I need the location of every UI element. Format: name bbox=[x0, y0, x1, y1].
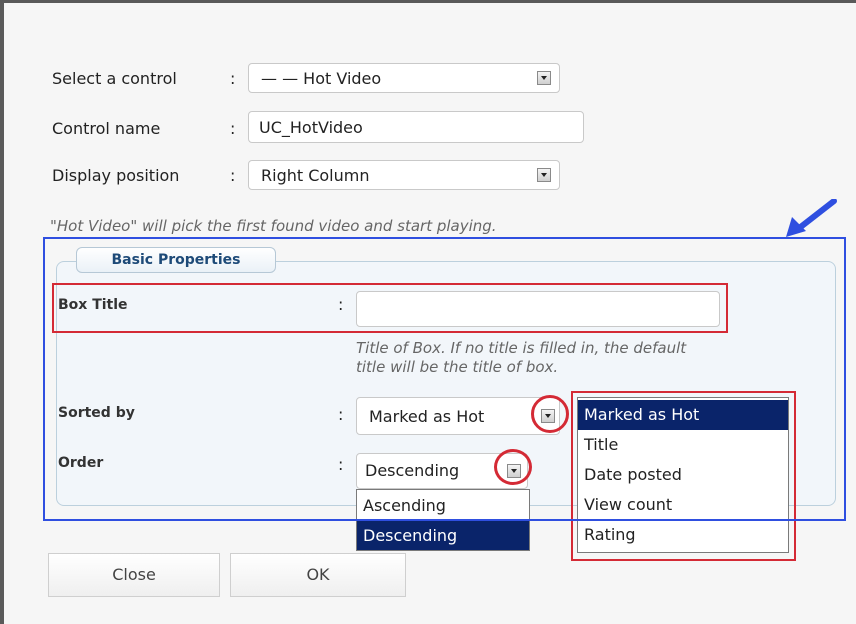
close-button[interactable]: Close bbox=[48, 553, 220, 597]
display-position-value: Right Column bbox=[261, 166, 370, 185]
display-position-label: Display position bbox=[52, 166, 180, 185]
control-dialog: Select a control : — — Hot Video Control… bbox=[0, 0, 856, 624]
colon: : bbox=[230, 119, 236, 138]
control-name-value: UC_HotVideo bbox=[259, 118, 363, 137]
control-name-input[interactable]: UC_HotVideo bbox=[248, 111, 584, 143]
control-hint-text: "Hot Video" will pick the first found vi… bbox=[50, 217, 497, 235]
display-position-dropdown[interactable]: Right Column bbox=[248, 160, 560, 190]
select-control-value: — — Hot Video bbox=[261, 69, 382, 88]
select-control-label: Select a control bbox=[52, 69, 177, 88]
chevron-down-icon[interactable] bbox=[537, 168, 551, 182]
order-option-descending[interactable]: Descending bbox=[357, 521, 529, 550]
sort-option-rating[interactable]: Rating bbox=[578, 520, 788, 550]
colon: : bbox=[230, 166, 236, 185]
colon: : bbox=[230, 69, 236, 88]
properties-annotation-frame bbox=[43, 237, 846, 521]
select-control-dropdown[interactable]: — — Hot Video bbox=[248, 63, 560, 93]
control-name-label: Control name bbox=[52, 119, 161, 138]
ok-button[interactable]: OK bbox=[230, 553, 406, 597]
chevron-down-icon[interactable] bbox=[537, 71, 551, 85]
arrow-icon bbox=[786, 199, 837, 237]
